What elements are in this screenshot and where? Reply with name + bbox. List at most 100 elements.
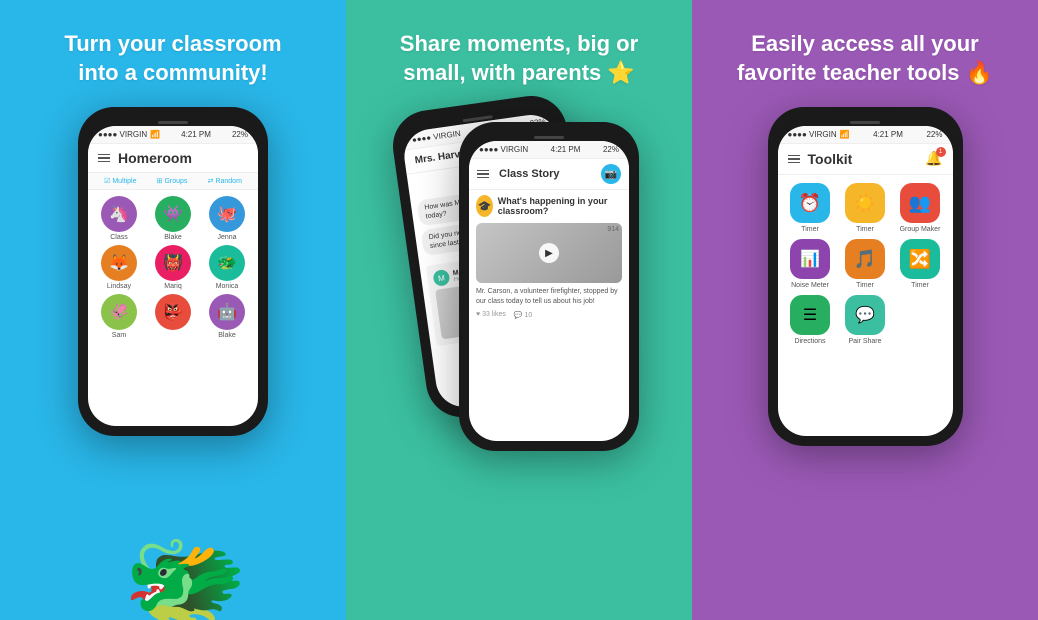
tool-icon-noise-meter: 📊 — [790, 239, 830, 279]
story-author-name: What's happening in your classroom? — [498, 196, 622, 216]
student-item-monica[interactable]: 🐲 Monica — [202, 245, 252, 290]
hamburger-front[interactable] — [477, 170, 489, 179]
carrier-1: ●●●● VIRGIN — [98, 130, 147, 139]
tool-name-noise-meter: Noise Meter — [791, 282, 829, 289]
story-image: 914 ▶ — [476, 223, 622, 283]
play-button[interactable]: ▶ — [539, 243, 559, 263]
student-item-jenna[interactable]: 🐙 Jenna — [202, 196, 252, 241]
phone-notch-front — [469, 132, 629, 141]
student-item-sam[interactable]: 🦑 Sam — [94, 294, 144, 339]
status-bar-3: ●●●● VIRGIN 📶 4:21 PM 22% — [778, 126, 953, 144]
carrier-back: ●●●● VIRGIN — [411, 129, 461, 145]
tool-name-group-maker: Group Maker — [900, 226, 941, 233]
phone-front-mockup: ●●●● VIRGIN 4:21 PM 22% Class Story 📷 🎓 … — [459, 122, 639, 451]
tool-icon-timer4: 🔀 — [900, 239, 940, 279]
panel1-title: Turn your classroom into a community! — [64, 30, 281, 87]
carrier-front: ●●●● VIRGIN — [479, 145, 528, 154]
toolbar-multiple-label: Multiple — [112, 178, 136, 185]
story-author-avatar: 🎓 — [476, 195, 493, 217]
class-story-title: Class Story — [499, 168, 560, 180]
student-avatar-monica: 🐲 — [209, 245, 245, 281]
phone-notch-3 — [778, 117, 953, 126]
student-name-class: Class — [110, 234, 128, 241]
student-avatar-mariq: 👹 — [155, 245, 191, 281]
student-name-blake: Blake — [164, 234, 182, 241]
tool-item-timer3[interactable]: 🎵 Timer — [841, 239, 890, 289]
phone-screen-front: ●●●● VIRGIN 4:21 PM 22% Class Story 📷 🎓 … — [469, 141, 629, 441]
student-item-blake[interactable]: 👾 Blake — [148, 196, 198, 241]
student-grid: 🦄 Class 👾 Blake 🐙 Jenna 🦊 Lindsay 👹 — [88, 190, 258, 345]
toolbar-groups-label: Groups — [164, 178, 187, 185]
student-item-blake2[interactable]: 🤖 Blake — [202, 294, 252, 339]
phones-container-2: ●●●● VIRGIN 4:21 PM 22% Mrs. Harvancik H… — [399, 102, 639, 462]
tool-item-pair-share[interactable]: 💬 Pair Share — [841, 295, 890, 345]
tool-item-group-maker[interactable]: 👥 Group Maker — [896, 183, 945, 233]
app-header-1: Homeroom — [88, 144, 258, 173]
tool-item-timer4[interactable]: 🔀 Timer — [896, 239, 945, 289]
student-avatar-unknown: 👺 — [155, 294, 191, 330]
student-item-lindsay[interactable]: 🦊 Lindsay — [94, 245, 144, 290]
hamburger-menu-1[interactable] — [98, 154, 110, 163]
toolbar-groups[interactable]: ⊞ Groups — [157, 177, 188, 185]
battery-1: 22% — [232, 130, 248, 139]
student-avatar-blake: 👾 — [155, 196, 191, 232]
tool-name-timer4: Timer — [911, 282, 929, 289]
panel2-title: Share moments, big or small, with parent… — [400, 30, 638, 87]
tool-name-timer2: Timer — [856, 226, 874, 233]
story-preview-avatar: M — [432, 269, 450, 287]
toolkit-grid: ⏰ Timer ☀️ Timer 👥 Group Maker 📊 Noise M… — [778, 175, 953, 353]
story-likes: ♥ 33 likes — [476, 311, 506, 319]
battery-3: 22% — [926, 130, 942, 139]
toolkit-title: Toolkit — [808, 151, 853, 167]
story-content: 🎓 What's happening in your classroom? 91… — [469, 190, 629, 324]
status-bar-1: ●●●● VIRGIN 📶 4:21 PM 22% — [88, 126, 258, 144]
tool-item-timer2[interactable]: ☀️ Timer — [841, 183, 890, 233]
toolbar-random[interactable]: ⇄ Random — [208, 177, 242, 185]
image-count: 914 — [607, 226, 619, 233]
mascot-monster: 🐲 — [123, 530, 248, 620]
story-caption: Mr. Carson, a volunteer firefighter, sto… — [476, 287, 622, 307]
wifi-icon-1: 📶 — [150, 130, 160, 139]
student-avatar-jenna: 🐙 — [209, 196, 245, 232]
student-item-mariq[interactable]: 👹 Mariq — [148, 245, 198, 290]
student-avatar-blake2: 🤖 — [209, 294, 245, 330]
tool-name-timer3: Timer — [856, 282, 874, 289]
tool-icon-timer1: ⏰ — [790, 183, 830, 223]
tool-item-noise-meter[interactable]: 📊 Noise Meter — [786, 239, 835, 289]
story-author: 🎓 What's happening in your classroom? — [476, 195, 622, 217]
phone-screen-1: ●●●● VIRGIN 📶 4:21 PM 22% Homeroom ☑ — [88, 126, 258, 426]
panel-toolkit: Easily access all your favorite teacher … — [692, 0, 1038, 620]
panel-moments: Share moments, big or small, with parent… — [346, 0, 692, 620]
carrier-3: ●●●● VIRGIN — [788, 130, 837, 139]
notification-badge: 1 — [936, 147, 946, 157]
story-comments: 💬 10 — [514, 311, 532, 319]
student-item-class[interactable]: 🦄 Class — [94, 196, 144, 241]
groups-icon: ⊞ — [157, 177, 163, 185]
time-3: 4:21 PM — [873, 130, 903, 139]
phone-mockup-1: ●●●● VIRGIN 📶 4:21 PM 22% Homeroom ☑ — [78, 107, 268, 436]
toolbar-multiple[interactable]: ☑ Multiple — [104, 177, 136, 185]
hamburger-menu-3[interactable] — [788, 155, 800, 164]
notification-container: 🔔 1 — [925, 150, 942, 168]
tool-icon-timer2: ☀️ — [845, 183, 885, 223]
student-avatar-class: 🦄 — [101, 196, 137, 232]
panel3-title: Easily access all your favorite teacher … — [737, 30, 993, 87]
tool-icon-pair-share: 💬 — [845, 295, 885, 335]
tool-item-directions[interactable]: ☰ Directions — [786, 295, 835, 345]
tool-name-timer1: Timer — [801, 226, 819, 233]
tool-icon-timer3: 🎵 — [845, 239, 885, 279]
tool-name-pair-share: Pair Share — [848, 338, 881, 345]
student-item-unknown[interactable]: 👺 — [148, 294, 198, 339]
tool-icon-directions: ☰ — [790, 295, 830, 335]
story-reactions: ♥ 33 likes 💬 10 — [476, 311, 622, 319]
status-left-1: ●●●● VIRGIN 📶 — [98, 130, 160, 139]
checkbox-icon: ☑ — [104, 177, 110, 185]
student-name-mariq: Mariq — [164, 283, 182, 290]
toolbar-random-label: Random — [215, 178, 241, 185]
student-name-blake2: Blake — [218, 332, 236, 339]
student-avatar-lindsay: 🦊 — [101, 245, 137, 281]
tool-item-timer1[interactable]: ⏰ Timer — [786, 183, 835, 233]
story-camera-icon[interactable]: 📷 — [601, 164, 621, 184]
app-header-3: Toolkit 🔔 1 — [778, 144, 953, 175]
time-front: 4:21 PM — [551, 145, 581, 154]
